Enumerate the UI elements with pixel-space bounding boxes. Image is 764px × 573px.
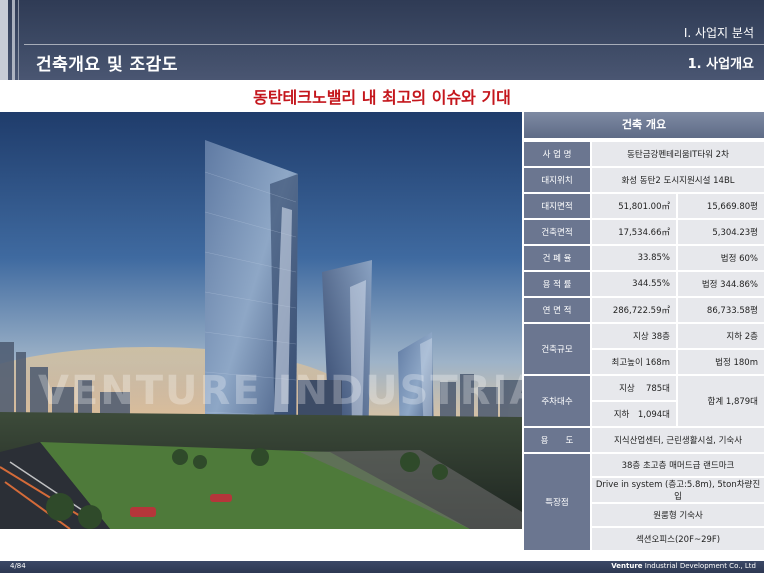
feature-item: Drive in system (층고:5.8m), 5ton차량진입 xyxy=(592,478,764,502)
row-label: 용 도 xyxy=(524,428,592,452)
row-value: 286,722.59㎡ xyxy=(592,298,678,322)
building-overview-panel: 건축 개요 사 업 명 동탄금강펜테리움IT타워 2차 대지위치 화성 동탄2 … xyxy=(524,112,764,550)
table-row: 건축면적 17,534.66㎡ 5,304.23평 xyxy=(524,220,764,244)
header-bar: I. 사업지 분석 1. 사업개요 건축개요 및 조감도 xyxy=(0,0,764,80)
row-value: 5,304.23평 xyxy=(678,220,764,244)
row-value: 33.85% xyxy=(592,246,678,270)
company-name: Venture Industrial Development Co., Ltd xyxy=(611,562,756,570)
row-value: 법정 180m xyxy=(678,350,764,374)
row-value: 86,733.58평 xyxy=(678,298,764,322)
header-stripe xyxy=(18,0,19,80)
table-row: 용 도 지식산업센터, 근린생활시설, 기숙사 xyxy=(524,428,764,452)
row-value: 17,534.66㎡ xyxy=(592,220,678,244)
row-label: 대지위치 xyxy=(524,168,592,192)
row-label: 특장점 xyxy=(524,454,592,550)
row-label: 용 적 률 xyxy=(524,272,592,296)
table-row: 대지위치 화성 동탄2 도시지원시설 14BL xyxy=(524,168,764,192)
feature-item: 원룸형 기숙사 xyxy=(592,504,764,526)
row-label: 건축규모 xyxy=(524,324,592,374)
table-row: 대지면적 51,801.00㎡ 15,669.80평 xyxy=(524,194,764,218)
row-value: 최고높이 168m xyxy=(592,350,678,374)
sub-section-label: 1. 사업개요 xyxy=(687,57,754,72)
header-stripe xyxy=(12,0,15,80)
row-value: 합계 1,879대 xyxy=(678,376,764,426)
page-title: 건축개요 및 조감도 xyxy=(36,55,178,75)
row-value: 지하 2층 xyxy=(678,324,764,348)
row-label: 건 폐 율 xyxy=(524,246,592,270)
row-value: 동탄금강펜테리움IT타워 2차 xyxy=(592,142,764,166)
row-value: 지하 1,094대 xyxy=(592,402,678,426)
feature-item: 섹션오피스(20F~29F) xyxy=(592,528,764,550)
page-number: 4/84 xyxy=(10,562,26,570)
row-label: 건축면적 xyxy=(524,220,592,244)
row-value: 법정 344.86% xyxy=(678,272,764,296)
row-value: 15,669.80평 xyxy=(678,194,764,218)
table-row: 연 면 적 286,722.59㎡ 86,733.58평 xyxy=(524,298,764,322)
row-value: 법정 60% xyxy=(678,246,764,270)
company-name-bold: Venture xyxy=(611,562,643,570)
table-row: 사 업 명 동탄금강펜테리움IT타워 2차 xyxy=(524,142,764,166)
row-label: 연 면 적 xyxy=(524,298,592,322)
row-value: 화성 동탄2 도시지원시설 14BL xyxy=(592,168,764,192)
row-label: 주차대수 xyxy=(524,376,592,426)
aerial-rendering-image: VENTURE INDUSTRIAL DEVELOPMENT xyxy=(0,112,522,529)
panel-title: 건축 개요 xyxy=(524,112,764,138)
row-label: 사 업 명 xyxy=(524,142,592,166)
table-row: 특장점 38층 초고층 매머드급 랜드마크 xyxy=(524,454,764,550)
footer-bar: 4/84 Venture Industrial Development Co.,… xyxy=(0,561,764,573)
table-row: 건축규모 지상 38층 지하 2층 xyxy=(524,324,764,374)
company-name-rest: Industrial Development Co., Ltd xyxy=(642,562,756,570)
row-label: 대지면적 xyxy=(524,194,592,218)
row-value: 지식산업센터, 근린생활시설, 기숙사 xyxy=(592,428,764,452)
row-value: 지상 38층 xyxy=(592,324,678,348)
row-value: 344.55% xyxy=(592,272,678,296)
feature-item: 38층 초고층 매머드급 랜드마크 xyxy=(592,454,764,476)
building-overview-table: 사 업 명 동탄금강펜테리움IT타워 2차 대지위치 화성 동탄2 도시지원시설… xyxy=(524,140,764,552)
row-value: 지상 785대 xyxy=(592,376,678,400)
table-row: 건 폐 율 33.85% 법정 60% xyxy=(524,246,764,270)
header-stripe xyxy=(0,0,8,80)
table-row: 주차대수 지상 785대 합계 1,879대 xyxy=(524,376,764,426)
header-divider xyxy=(24,44,764,45)
headline: 동탄테크노밸리 내 최고의 이슈와 기대 xyxy=(253,88,511,107)
table-row: 용 적 률 344.55% 법정 344.86% xyxy=(524,272,764,296)
row-value: 51,801.00㎡ xyxy=(592,194,678,218)
section-label: I. 사업지 분석 xyxy=(683,26,754,40)
